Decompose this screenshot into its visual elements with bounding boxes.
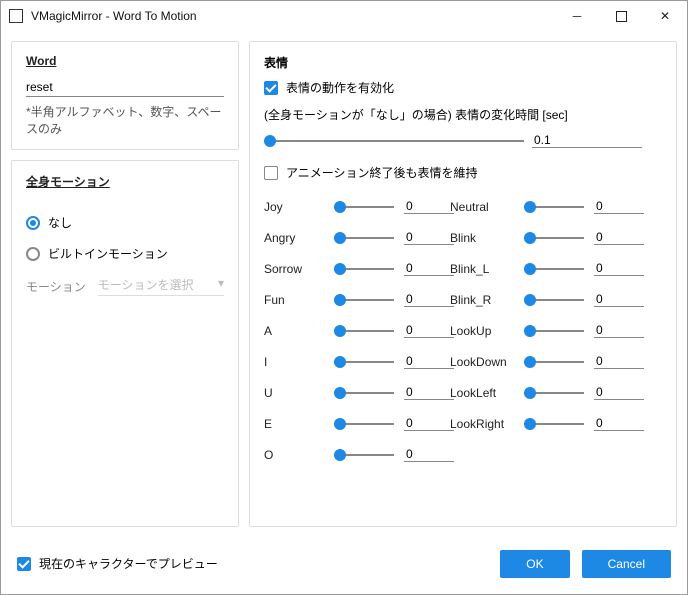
keep-expression-checkbox[interactable]: アニメーション終了後も表情を維持 (264, 164, 662, 181)
param-value-input[interactable] (594, 385, 644, 400)
window-title: VMagicMirror - Word To Motion (31, 9, 555, 23)
param-value-input[interactable] (404, 199, 454, 214)
param-value-input[interactable] (404, 323, 454, 338)
footer: 現在のキャラクターでプレビュー OK Cancel (1, 537, 687, 594)
param-slider[interactable] (334, 355, 394, 369)
param-slider[interactable] (524, 262, 584, 276)
word-input[interactable] (26, 78, 224, 97)
preview-checkbox[interactable]: 現在のキャラクターでプレビュー (17, 555, 218, 572)
word-title: Word (26, 54, 56, 68)
checkbox-icon (17, 557, 31, 571)
param-value-input[interactable] (594, 292, 644, 307)
expression-card: 表情 表情の動作を有効化 (全身モーションが「なし」の場合) 表情の変化時間 [… (249, 41, 677, 527)
param-slider[interactable] (524, 324, 584, 338)
param-slider[interactable] (334, 231, 394, 245)
radio-icon (26, 216, 40, 230)
param-value-input[interactable] (404, 292, 454, 307)
enable-expression-label: 表情の動作を有効化 (286, 79, 394, 96)
maximize-icon (616, 11, 627, 22)
param-slider[interactable] (524, 417, 584, 431)
param-slider[interactable] (334, 200, 394, 214)
time-label: (全身モーションが「なし」の場合) 表情の変化時間 [sec] (264, 106, 662, 123)
param-value-input[interactable] (594, 354, 644, 369)
param-label: U (264, 386, 324, 400)
param-slider[interactable] (334, 262, 394, 276)
radio-builtin-label: ビルトインモーション (48, 245, 168, 262)
param-slider[interactable] (334, 417, 394, 431)
param-value-input[interactable] (404, 230, 454, 245)
app-icon (9, 9, 23, 23)
param-label: Fun (264, 293, 324, 307)
expression-title: 表情 (264, 54, 662, 71)
param-label: Blink (450, 231, 514, 245)
ok-button[interactable]: OK (500, 550, 569, 578)
param-label: LookDown (450, 355, 514, 369)
param-label: LookUp (450, 324, 514, 338)
param-label: A (264, 324, 324, 338)
param-label: Sorrow (264, 262, 324, 276)
param-value-input[interactable] (594, 199, 644, 214)
param-value-input[interactable] (404, 447, 454, 462)
checkbox-icon (264, 81, 278, 95)
motion-dropdown-label: モーション (26, 278, 86, 295)
param-label: Neutral (450, 200, 514, 214)
param-label: I (264, 355, 324, 369)
enable-expression-checkbox[interactable]: 表情の動作を有効化 (264, 79, 662, 96)
radio-none-label: なし (48, 214, 72, 231)
param-label: Angry (264, 231, 324, 245)
cancel-button[interactable]: Cancel (582, 550, 671, 578)
param-value-input[interactable] (404, 416, 454, 431)
preview-label: 現在のキャラクターでプレビュー (39, 555, 218, 572)
param-slider[interactable] (524, 293, 584, 307)
param-value-input[interactable] (404, 354, 454, 369)
left-column: Word *半角アルファベット、数字、スペースのみ 全身モーション なし ビルト… (11, 41, 239, 527)
param-slider[interactable] (524, 355, 584, 369)
radio-none[interactable]: なし (26, 214, 224, 231)
param-label: LookLeft (450, 386, 514, 400)
param-label: Blink_L (450, 262, 514, 276)
param-value-input[interactable] (594, 323, 644, 338)
param-value-input[interactable] (404, 385, 454, 400)
param-slider[interactable] (334, 324, 394, 338)
param-slider[interactable] (334, 293, 394, 307)
param-slider[interactable] (524, 386, 584, 400)
content: Word *半角アルファベット、数字、スペースのみ 全身モーション なし ビルト… (1, 31, 687, 537)
param-label: O (264, 448, 324, 462)
time-slider[interactable] (264, 134, 524, 148)
radio-builtin[interactable]: ビルトインモーション (26, 245, 224, 262)
maximize-button[interactable] (599, 2, 643, 30)
word-helper: *半角アルファベット、数字、スペースのみ (26, 103, 224, 137)
keep-expression-label: アニメーション終了後も表情を維持 (286, 164, 478, 181)
param-grid: Joy Neutral Angry Blink Sorrow Blink_L Fun Blin… (264, 199, 662, 462)
param-value-input[interactable] (594, 416, 644, 431)
motion-title: 全身モーション (26, 173, 110, 190)
param-label: LookRight (450, 417, 514, 431)
motion-select[interactable]: モーションを選択 ▾ (98, 276, 224, 296)
param-slider[interactable] (334, 386, 394, 400)
motion-select-placeholder: モーションを選択 (98, 276, 194, 293)
chevron-down-icon: ▾ (218, 276, 224, 293)
checkbox-icon (264, 166, 278, 180)
close-button[interactable]: ✕ (643, 2, 687, 30)
param-slider[interactable] (524, 200, 584, 214)
param-label: Blink_R (450, 293, 514, 307)
time-value-input[interactable] (532, 133, 642, 148)
minimize-button[interactable]: ─ (555, 2, 599, 30)
param-value-input[interactable] (404, 261, 454, 276)
param-label: E (264, 417, 324, 431)
motion-card: 全身モーション なし ビルトインモーション モーション モーションを選択 ▾ (11, 160, 239, 527)
motion-select-row: モーション モーションを選択 ▾ (26, 276, 224, 296)
param-slider[interactable] (524, 231, 584, 245)
time-row (264, 133, 662, 148)
radio-icon (26, 247, 40, 261)
param-slider[interactable] (334, 448, 394, 462)
param-label: Joy (264, 200, 324, 214)
word-card: Word *半角アルファベット、数字、スペースのみ (11, 41, 239, 150)
param-value-input[interactable] (594, 261, 644, 276)
param-value-input[interactable] (594, 230, 644, 245)
titlebar: VMagicMirror - Word To Motion ─ ✕ (1, 1, 687, 31)
